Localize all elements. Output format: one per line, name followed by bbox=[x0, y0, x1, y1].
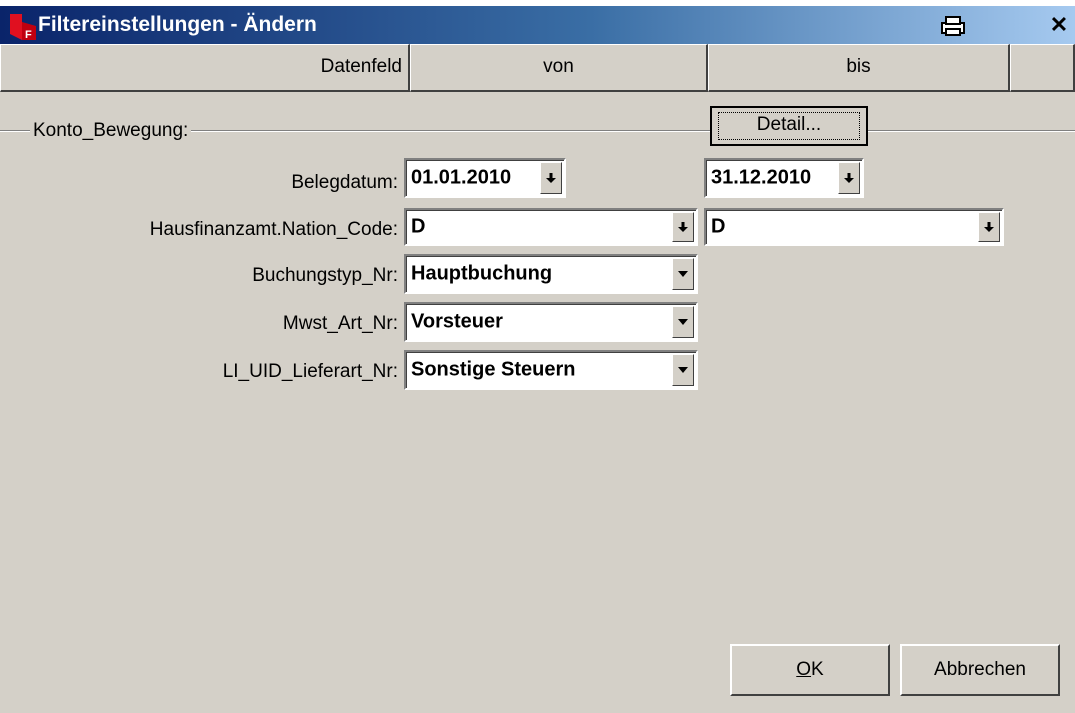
lieferart-dropdown-button[interactable] bbox=[672, 354, 694, 386]
nation-code-from-dropdown[interactable] bbox=[672, 212, 694, 242]
header-datenfeld-label: Datenfeld bbox=[320, 56, 402, 77]
detail-button-label: Detail... bbox=[756, 114, 822, 135]
ok-button[interactable]: OK bbox=[730, 644, 890, 696]
mwst-art-value: Vorsteuer bbox=[411, 310, 503, 333]
buchungstyp-label: Buchungstyp_Nr: bbox=[252, 265, 398, 286]
combo-down-arrow-icon bbox=[678, 367, 688, 373]
nation-code-label: Hausfinanzamt.Nation_Code: bbox=[149, 219, 398, 240]
small-down-arrow-icon bbox=[984, 222, 994, 232]
mwst-art-label: Mwst_Art_Nr: bbox=[282, 313, 398, 334]
header-bis[interactable]: bis bbox=[708, 44, 1010, 92]
header-von-label: von bbox=[543, 56, 574, 77]
small-down-arrow-icon bbox=[678, 222, 688, 232]
nation-code-to-dropdown[interactable] bbox=[978, 212, 1000, 242]
lieferart-value: Sonstige Steuern bbox=[411, 358, 576, 381]
lieferart-combo[interactable]: Sonstige Steuern bbox=[404, 350, 698, 390]
header-bis-label: bis bbox=[846, 56, 871, 77]
nation-code-from-value: D bbox=[411, 215, 426, 238]
belegdatum-from-dropdown[interactable] bbox=[540, 162, 562, 194]
cancel-button-label: Abbrechen bbox=[934, 659, 1026, 680]
belegdatum-to-field[interactable]: 31.12.2010 bbox=[704, 158, 864, 198]
belegdatum-to-value: 31.12.2010 bbox=[711, 166, 812, 189]
printer-icon[interactable] bbox=[940, 15, 966, 37]
header-filler bbox=[1010, 44, 1075, 92]
cancel-button[interactable]: Abbrechen bbox=[900, 644, 1060, 696]
mwst-art-combo[interactable]: Vorsteuer bbox=[404, 302, 698, 342]
nation-code-from-field[interactable]: D bbox=[404, 208, 698, 246]
nation-code-to-value: D bbox=[711, 215, 726, 238]
svg-text:F: F bbox=[25, 29, 32, 40]
lieferart-label: LI_UID_Lieferart_Nr: bbox=[222, 361, 398, 382]
ok-mnemonic: O bbox=[796, 659, 812, 680]
group-label: Konto_Bewegung: bbox=[30, 120, 192, 142]
close-icon[interactable]: ✕ bbox=[1046, 12, 1072, 38]
header-datenfeld[interactable]: Datenfeld bbox=[0, 44, 410, 92]
title-bar[interactable]: F Filtereinstellungen - Ändern ✕ bbox=[0, 6, 1075, 44]
small-down-arrow-icon bbox=[844, 173, 854, 183]
header-von[interactable]: von bbox=[410, 44, 708, 92]
belegdatum-from-value: 01.01.2010 bbox=[411, 166, 512, 189]
belegdatum-from-field[interactable]: 01.01.2010 bbox=[404, 158, 566, 198]
ok-label-rest: K bbox=[811, 659, 824, 680]
app-logo-icon: F bbox=[10, 14, 36, 40]
belegdatum-label: Belegdatum: bbox=[291, 172, 398, 193]
buchungstyp-value: Hauptbuchung bbox=[411, 262, 553, 285]
window-title: Filtereinstellungen - Ändern bbox=[38, 13, 317, 36]
mwst-art-dropdown-button[interactable] bbox=[672, 306, 694, 338]
combo-down-arrow-icon bbox=[678, 271, 688, 277]
buchungstyp-dropdown-button[interactable] bbox=[672, 258, 694, 290]
combo-down-arrow-icon bbox=[678, 319, 688, 325]
nation-code-to-field[interactable]: D bbox=[704, 208, 1004, 246]
small-down-arrow-icon bbox=[546, 173, 556, 183]
belegdatum-to-dropdown[interactable] bbox=[838, 162, 860, 194]
buchungstyp-combo[interactable]: Hauptbuchung bbox=[404, 254, 698, 294]
detail-button[interactable]: Detail... bbox=[710, 106, 868, 146]
